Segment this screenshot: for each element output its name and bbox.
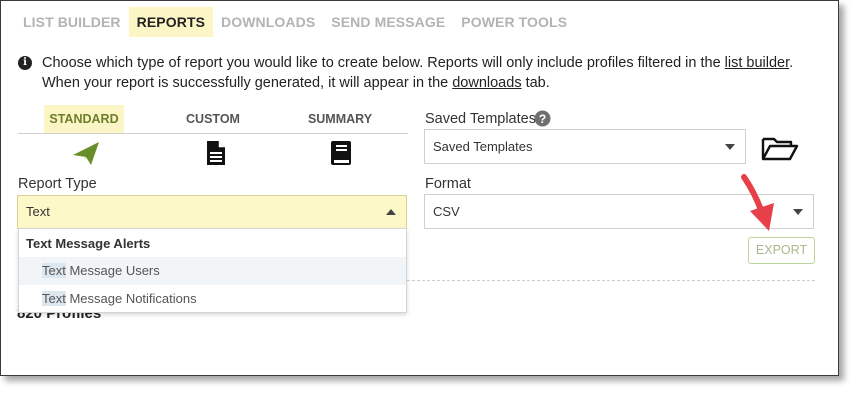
report-tabs: STANDARD CUSTOM SUMMARY: [18, 105, 408, 134]
tab-custom[interactable]: CUSTOM: [173, 105, 253, 133]
red-arrow-icon: [741, 174, 774, 231]
document-icon[interactable]: [201, 138, 231, 168]
info-text-1-end: .: [789, 55, 794, 71]
chevron-down-icon: [793, 208, 803, 215]
tab-standard[interactable]: STANDARD: [44, 105, 124, 133]
divider: [407, 280, 815, 281]
option-match: Text: [42, 291, 66, 306]
svg-text:?: ?: [539, 112, 546, 126]
saved-templates-value: Saved Templates: [433, 139, 533, 154]
info-line-1: Choose which type of report you would li…: [42, 53, 793, 73]
info-line-2: When your report is successfully generat…: [42, 73, 550, 93]
list-builder-link[interactable]: list builder: [725, 55, 789, 71]
format-value: CSV: [433, 204, 460, 219]
export-button[interactable]: EXPORT: [748, 237, 815, 264]
dropdown-option-text-message-notifications[interactable]: Text Message Notifications: [19, 285, 406, 313]
tab-reports[interactable]: REPORTS: [128, 7, 214, 37]
info-text-2: When your report is successfully generat…: [42, 75, 453, 91]
chevron-up-icon: [386, 209, 396, 215]
tab-power-tools[interactable]: POWER TOOLS: [453, 7, 575, 37]
info-text-1: Choose which type of report you would li…: [42, 55, 725, 71]
saved-templates-label: Saved Templates: [425, 111, 536, 127]
app-window: LIST BUILDER REPORTS DOWNLOADS SEND MESS…: [0, 0, 839, 376]
tab-downloads[interactable]: DOWNLOADS: [213, 7, 323, 37]
paper-plane-icon[interactable]: [71, 138, 101, 168]
report-type-dropdown: Text Message Alerts Text Message Users T…: [18, 228, 407, 313]
option-rest: Message Notifications: [65, 291, 197, 306]
dropdown-option-text-message-users[interactable]: Text Message Users: [19, 257, 406, 285]
format-label: Format: [425, 176, 471, 192]
chevron-down-icon: [725, 143, 735, 150]
tab-summary[interactable]: SUMMARY: [300, 105, 380, 133]
option-match: Text: [42, 263, 66, 278]
main-nav: LIST BUILDER REPORTS DOWNLOADS SEND MESS…: [15, 7, 575, 37]
report-type-label: Report Type: [18, 176, 97, 192]
downloads-link[interactable]: downloads: [452, 75, 521, 91]
report-type-select[interactable]: Text: [17, 195, 407, 229]
question-circle-icon[interactable]: ?: [534, 110, 551, 127]
book-icon[interactable]: [326, 138, 356, 168]
info-icon: i: [18, 56, 32, 70]
info-text-2-end: tab.: [521, 75, 550, 91]
option-rest: Message Users: [65, 263, 160, 278]
tab-send-message[interactable]: SEND MESSAGE: [323, 7, 453, 37]
tab-list-builder[interactable]: LIST BUILDER: [15, 7, 129, 37]
saved-templates-select[interactable]: Saved Templates: [424, 129, 746, 164]
dropdown-group-label: Text Message Alerts: [26, 236, 151, 251]
folder-open-icon[interactable]: [761, 133, 799, 163]
report-type-value: Text: [26, 204, 50, 219]
